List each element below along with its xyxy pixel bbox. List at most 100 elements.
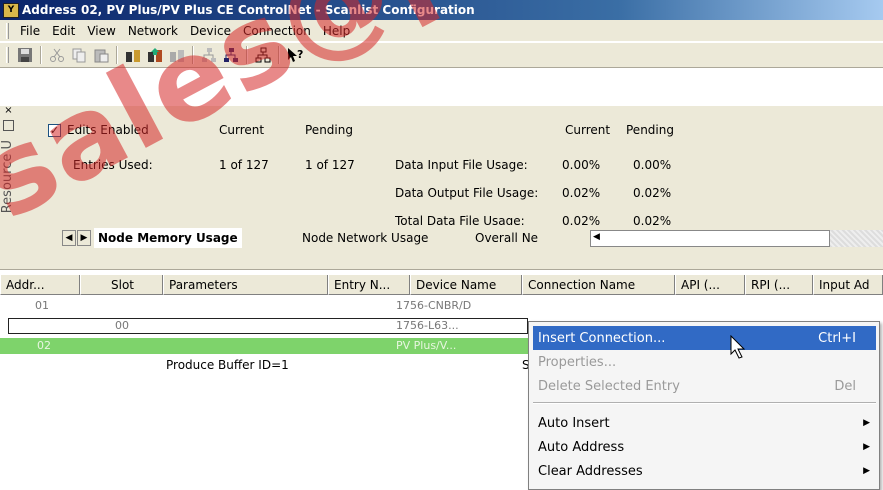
input-usage-label: Data Input File Usage:: [395, 158, 528, 172]
menu-item-shortcut: Del: [834, 378, 856, 394]
paste-icon[interactable]: [90, 44, 112, 66]
menu-properties[interactable]: Properties...: [533, 350, 876, 374]
app-icon[interactable]: Y: [3, 2, 19, 18]
scrollbar-track: [830, 230, 883, 247]
column-header-connection-name[interactable]: Connection Name: [522, 275, 675, 295]
entries-pending: 1 of 127: [305, 158, 355, 172]
entries-current: 1 of 127: [219, 158, 269, 172]
menu-edit[interactable]: Edit: [46, 24, 81, 38]
menu-item-label: Auto Insert: [538, 415, 610, 431]
tab-node-memory-usage[interactable]: Node Memory Usage: [94, 228, 242, 248]
mouse-cursor-icon: [730, 335, 746, 359]
output-pending: 0.02%: [633, 186, 672, 200]
total-usage-label: Total Data File Usage:: [395, 214, 525, 225]
toolbar-separator: [246, 46, 248, 64]
column-header-input-address[interactable]: Input Ad: [813, 275, 883, 295]
cell-device: 1756-L63...: [396, 319, 459, 332]
output-current: 0.02%: [562, 186, 601, 200]
cell-slot: 00: [115, 319, 129, 332]
tree-icon[interactable]: [252, 44, 274, 66]
cell-addr: 01: [35, 299, 49, 312]
column-header-parameters[interactable]: Parameters: [163, 275, 328, 295]
column-header-slot-label: Slot: [111, 278, 134, 292]
restore-icon[interactable]: [3, 120, 14, 131]
edits-enabled-label: Edits Enabled: [67, 123, 149, 137]
total-usage-row: Total Data File Usage: 0.02% 0.02%: [395, 214, 695, 225]
submenu-arrow-icon: ▶: [863, 418, 870, 428]
column-header-addr[interactable]: Addr...: [0, 275, 80, 295]
pending-header: Pending: [305, 123, 353, 137]
column-header-api[interactable]: API (...: [675, 275, 745, 295]
menu-separator: [533, 402, 876, 404]
menu-file[interactable]: File: [14, 24, 46, 38]
table-row-selected[interactable]: 02 PV Plus/V...: [0, 338, 528, 354]
window-title: Address 02, PV Plus/PV Plus CE ControlNe…: [22, 3, 475, 17]
tab-label: Overall Ne: [475, 231, 539, 245]
input-current: 0.00%: [562, 158, 601, 172]
horizontal-scrollbar[interactable]: ◀: [590, 230, 830, 247]
network-icon[interactable]: [198, 44, 220, 66]
close-icon[interactable]: ×: [3, 106, 14, 117]
menu-insert-connection[interactable]: Insert Connection... Ctrl+I: [533, 326, 876, 350]
upload-icon[interactable]: [144, 44, 166, 66]
scroll-left-arrow-icon[interactable]: ◀: [593, 232, 600, 242]
menu-auto-insert[interactable]: Auto Insert ▶: [533, 411, 876, 435]
toolbar-separator: [192, 46, 194, 64]
output-usage-label: Data Output File Usage:: [395, 186, 539, 200]
toolbar-separator: [40, 46, 42, 64]
svg-text:?: ?: [297, 48, 303, 61]
toolbar-separator: [278, 46, 280, 64]
menu-clear-addresses[interactable]: Clear Addresses ▶: [533, 459, 876, 483]
tab-scroll-left-button[interactable]: ◀: [62, 230, 76, 246]
menu-item-shortcut: Ctrl+I: [818, 330, 856, 346]
total-current: 0.02%: [562, 214, 601, 225]
menu-device[interactable]: Device: [184, 24, 237, 38]
save-icon[interactable]: [14, 44, 36, 66]
download-icon[interactable]: [166, 44, 188, 66]
menu-item-label: Insert Connection...: [538, 330, 666, 346]
menu-auto-address[interactable]: Auto Address ▶: [533, 435, 876, 459]
cell-device: PV Plus/V...: [396, 339, 457, 352]
menu-bar: File Edit View Network Device Connection…: [0, 20, 883, 42]
tab-overall-network[interactable]: Overall Ne: [475, 228, 587, 248]
toolbar: ?: [0, 42, 883, 68]
resource-panel-label: Resource U: [0, 140, 15, 214]
edits-enabled-checkbox[interactable]: ✓: [48, 124, 61, 137]
menu-network[interactable]: Network: [122, 24, 184, 38]
context-menu: Insert Connection... Ctrl+I Properties..…: [528, 321, 880, 490]
menu-connection[interactable]: Connection: [237, 24, 317, 38]
column-header-rpi[interactable]: RPI (...: [745, 275, 813, 295]
menu-delete-selected-entry[interactable]: Delete Selected Entry Del: [533, 374, 876, 398]
online-icon[interactable]: [122, 44, 144, 66]
table-row[interactable]: 01 1756-CNBR/D: [0, 298, 883, 314]
toolbar-separator: [116, 46, 118, 64]
tab-scroll-right-button[interactable]: ▶: [77, 230, 91, 246]
cell-addr: 02: [37, 339, 51, 352]
submenu-arrow-icon: ▶: [863, 442, 870, 452]
menu-item-label: Delete Selected Entry: [538, 378, 680, 394]
input-pending: 0.00%: [633, 158, 672, 172]
menu-item-label: Properties...: [538, 354, 617, 370]
tab-node-network-usage[interactable]: Node Network Usage: [302, 228, 428, 248]
tab-label: Node Memory Usage: [98, 230, 238, 245]
column-header-entry-name[interactable]: Entry N...: [328, 275, 410, 295]
cell-device: 1756-CNBR/D: [396, 299, 472, 312]
copy-icon[interactable]: [68, 44, 90, 66]
device-icon[interactable]: [220, 44, 242, 66]
toolbar-grip[interactable]: [6, 47, 9, 63]
help-pointer-icon[interactable]: ?: [284, 44, 306, 66]
title-bar[interactable]: Y Address 02, PV Plus/PV Plus CE Control…: [0, 0, 883, 20]
menubar-grip[interactable]: [6, 22, 9, 39]
splitter[interactable]: [0, 252, 883, 270]
submenu-arrow-icon: ▶: [863, 466, 870, 476]
total-pending: 0.02%: [633, 214, 672, 225]
menu-view[interactable]: View: [81, 24, 121, 38]
menu-help[interactable]: Help: [317, 24, 356, 38]
cut-icon[interactable]: [46, 44, 68, 66]
menu-item-label: Auto Address: [538, 439, 625, 455]
column-header-device-name[interactable]: Device Name: [410, 275, 522, 295]
current-header: Current: [219, 123, 265, 137]
right-current-header: Current: [565, 123, 611, 137]
table-row[interactable]: 00 1756-L63...: [8, 318, 528, 334]
column-header-slot[interactable]: Slot: [80, 275, 163, 295]
